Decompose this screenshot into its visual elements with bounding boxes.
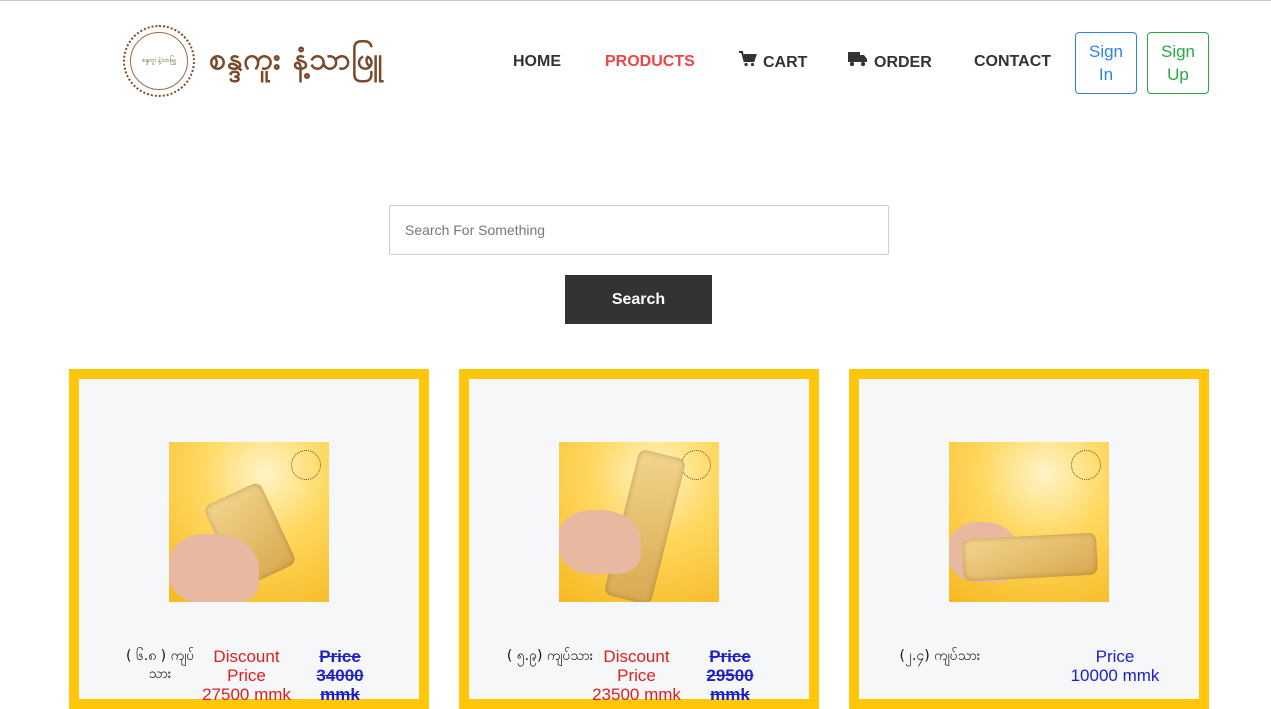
old-price: 34000 mmk: [316, 666, 364, 704]
product-image[interactable]: [169, 442, 329, 602]
search-input[interactable]: [389, 205, 889, 255]
hand-shape: [559, 510, 641, 574]
nav-contact[interactable]: CONTACT: [974, 53, 1051, 71]
truck-icon: [848, 51, 868, 72]
product-name: (၂.၄) ကျပ်သား: [899, 648, 981, 664]
old-price-label: Price: [709, 647, 751, 666]
sandalwood-block: [961, 532, 1099, 582]
old-price-block: Price 34000 mmk: [309, 647, 371, 704]
logo-watermark-icon: [1071, 450, 1101, 480]
hand-shape: [169, 534, 259, 602]
old-price-block: Price 29500 mmk: [699, 647, 761, 704]
nav-cart-label: CART: [763, 54, 808, 71]
product-name: ( ၆.၈ ) ကျပ်သား: [125, 648, 195, 682]
discount-price-block: Discount Price 27500 mmk: [194, 647, 299, 704]
shopping-cart-icon: [739, 51, 757, 72]
logo-watermark-icon: [681, 450, 711, 480]
search-button[interactable]: Search: [565, 275, 712, 324]
nav-home[interactable]: HOME: [513, 53, 561, 71]
discount-label: Discount Price: [213, 647, 280, 685]
old-price-label: Price: [319, 647, 361, 666]
nav-products[interactable]: PRODUCTS: [605, 53, 695, 71]
price-label: Price: [1095, 647, 1135, 666]
discount-price: 23500 mmk: [592, 685, 681, 704]
product-image[interactable]: [559, 442, 719, 602]
logo-seal-text: စန္ဒကူး နံ့သာဖြူ: [142, 57, 176, 64]
product-name: ( ၅.၉) ကျပ်သား: [506, 648, 594, 664]
sign-in-button[interactable]: Sign In: [1075, 32, 1137, 94]
logo-watermark-icon: [291, 450, 321, 480]
price-block: Price 10000 mmk: [1055, 647, 1175, 685]
discount-price: 27500 mmk: [202, 685, 291, 704]
nav-order[interactable]: ORDER: [848, 51, 932, 72]
product-card[interactable]: (၂.၄) ကျပ်သား Price 10000 mmk: [849, 369, 1209, 709]
price-value: 10000 mmk: [1070, 666, 1160, 685]
product-card[interactable]: ( ၅.၉) ကျပ်သား Discount Price 23500 mmk …: [459, 369, 819, 709]
sign-up-button[interactable]: Sign Up: [1147, 32, 1209, 94]
brand-logo[interactable]: စန္ဒကူး နံ့သာဖြူ စန္ဒကူး နံ့သာဖြူ: [123, 25, 383, 97]
logo-seal-icon: စန္ဒကူး နံ့သာဖြူ: [123, 25, 195, 97]
nav-order-label: ORDER: [874, 54, 932, 71]
discount-label: Discount Price: [603, 647, 670, 685]
product-image[interactable]: [949, 442, 1109, 602]
discount-price-block: Discount Price 23500 mmk: [584, 647, 689, 704]
nav-cart[interactable]: CART: [739, 51, 807, 72]
logo-text: စန္ဒကူး နံ့သာဖြူ: [209, 41, 384, 77]
product-card[interactable]: ( ၆.၈ ) ကျပ်သား Discount Price 27500 mmk…: [69, 369, 429, 709]
old-price: 29500 mmk: [706, 666, 754, 704]
